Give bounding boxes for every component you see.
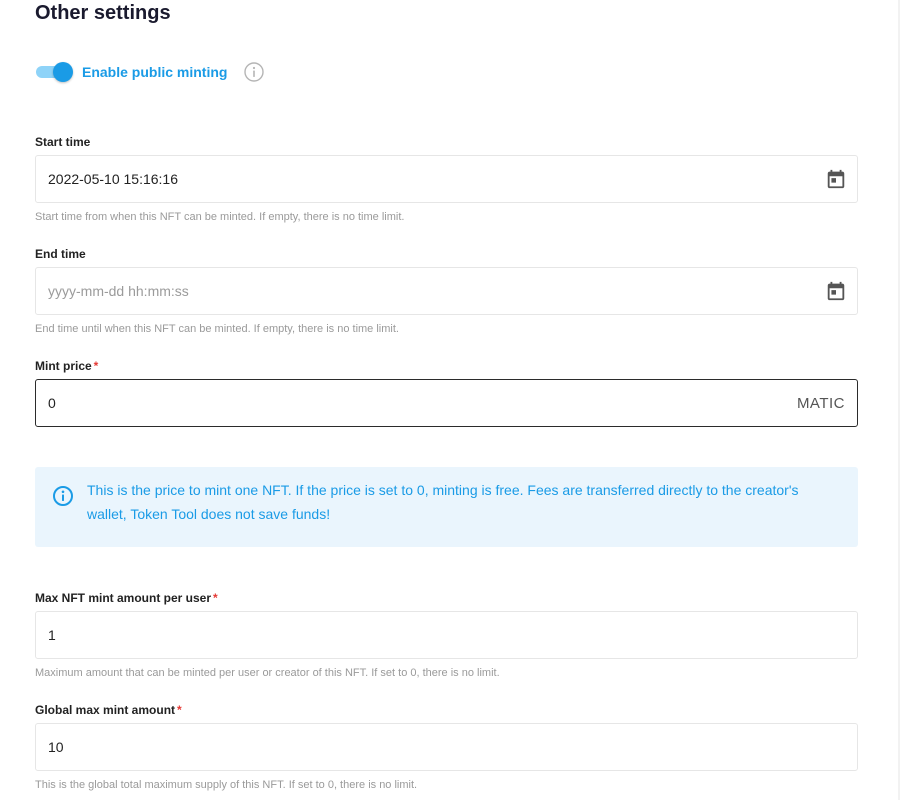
- end-time-hint: End time until when this NFT can be mint…: [35, 323, 399, 335]
- toggle-knob: [53, 62, 73, 82]
- currency-suffix: MATIC: [796, 394, 845, 412]
- end-time-field: [35, 267, 858, 315]
- max-per-user-label-text: Max NFT mint amount per user: [35, 591, 212, 605]
- max-per-user-field: [35, 611, 858, 659]
- public-minting-row: Enable public minting: [35, 60, 265, 84]
- required-mark: *: [93, 359, 99, 373]
- start-time-hint: Start time from when this NFT can be min…: [35, 211, 405, 223]
- global-max-field: [35, 723, 858, 771]
- mint-price-label-text: Mint price: [35, 359, 92, 373]
- calendar-icon[interactable]: [825, 168, 847, 190]
- info-icon[interactable]: [244, 62, 265, 82]
- public-minting-toggle[interactable]: [35, 60, 73, 84]
- global-max-label: Global max mint amount *: [35, 703, 182, 717]
- start-time-label-text: Start time: [35, 135, 91, 149]
- global-max-input[interactable]: [48, 739, 845, 755]
- mint-price-label: Mint price *: [35, 359, 98, 373]
- max-per-user-label: Max NFT mint amount per user *: [35, 591, 218, 605]
- end-time-label: End time: [35, 247, 86, 261]
- required-mark: *: [177, 703, 182, 717]
- start-time-field: [35, 155, 858, 203]
- global-max-label-text: Global max mint amount: [35, 703, 176, 717]
- public-minting-label[interactable]: Enable public minting: [82, 64, 227, 80]
- max-per-user-input[interactable]: [48, 627, 845, 643]
- price-info-text: This is the price to mint one NFT. If th…: [87, 482, 799, 522]
- end-time-input[interactable]: [48, 283, 825, 299]
- start-time-label: Start time: [35, 135, 90, 149]
- mint-price-field: MATIC: [35, 379, 858, 427]
- calendar-icon[interactable]: [825, 280, 847, 302]
- section-title: Other settings: [35, 2, 171, 24]
- start-time-input[interactable]: [48, 171, 825, 187]
- global-max-hint: This is the global total maximum supply …: [35, 779, 418, 791]
- mint-price-input[interactable]: [48, 395, 797, 411]
- end-time-label-text: End time: [35, 247, 86, 261]
- price-info-alert: This is the price to mint one NFT. If th…: [35, 467, 858, 547]
- info-icon: [53, 486, 73, 506]
- max-per-user-hint: Maximum amount that can be minted per us…: [35, 667, 500, 679]
- required-mark: *: [213, 591, 218, 605]
